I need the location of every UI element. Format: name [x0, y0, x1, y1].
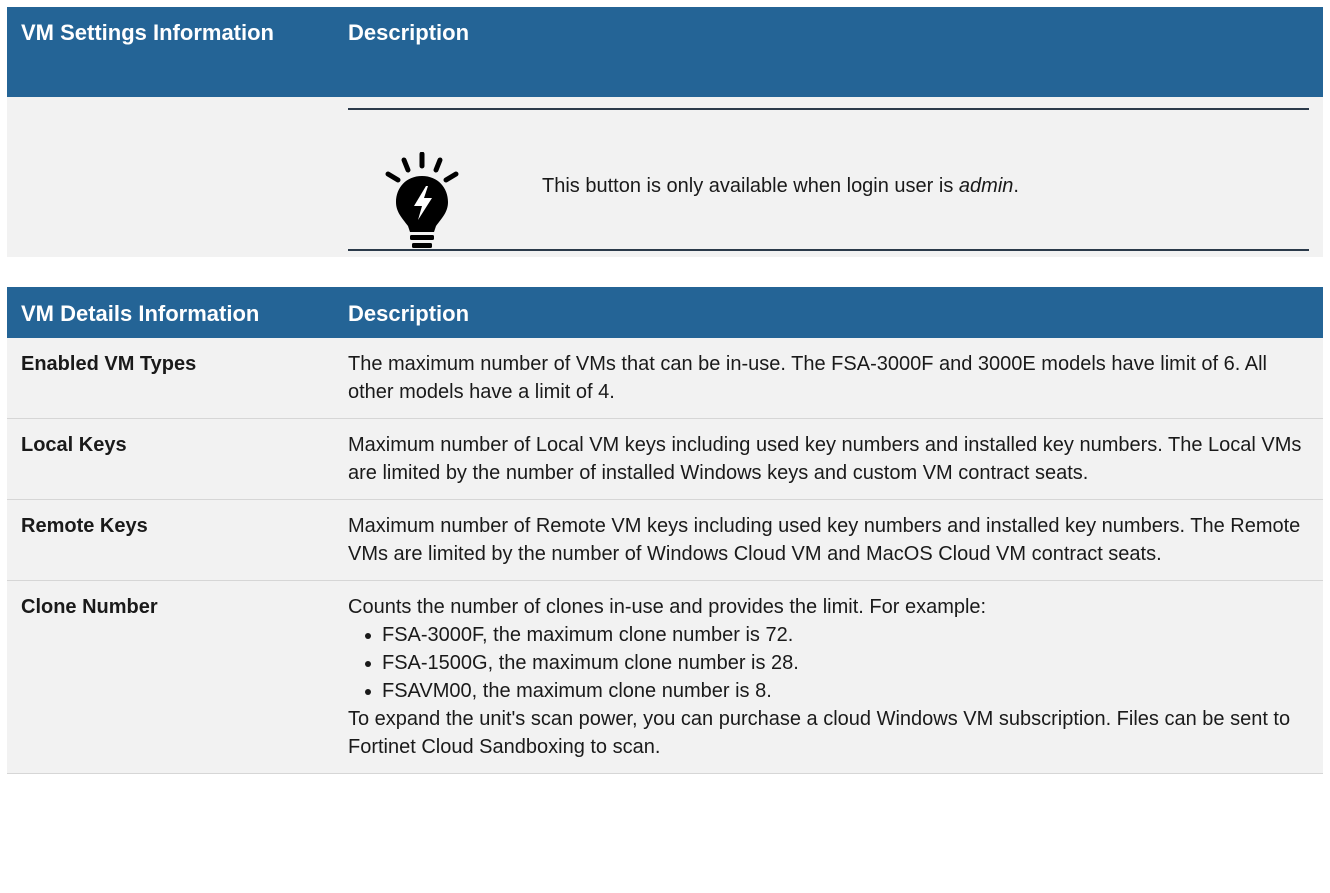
document-page: VM Settings Information Description This… [0, 0, 1330, 893]
table-row: Local Keys Maximum number of Local VM ke… [7, 419, 1323, 500]
column-header-description: Description [348, 301, 470, 326]
tip-note: This button is only available when login… [348, 108, 1309, 251]
list-item: FSA-3000F, the maximum clone number is 7… [362, 621, 1309, 649]
vm-settings-table: VM Settings Information Description This… [7, 7, 1323, 257]
description-cell: This button is only available when login… [332, 97, 1323, 257]
row-label: Local Keys [21, 434, 127, 456]
list-item: FSAVM00, the maximum clone number is 8. [362, 677, 1309, 705]
list-item: FSA-1500G, the maximum clone number is 2… [362, 649, 1309, 677]
tip-note-text: This button is only available when login… [542, 175, 1019, 197]
emphasis-admin: admin [958, 175, 1014, 197]
bullet-list: FSA-3000F, the maximum clone number is 7… [348, 621, 1309, 705]
row-description: Counts the number of clones in-use and p… [332, 581, 1323, 773]
row-description: Maximum number of Local VM keys includin… [348, 434, 1302, 484]
row-label: Remote Keys [21, 515, 148, 537]
row-label: Enabled VM Types [21, 353, 197, 375]
vm-settings-table-header: VM Settings Information Description [7, 7, 1323, 97]
column-header-description: Description [348, 20, 470, 45]
column-header-settings: VM Settings Information [21, 20, 274, 45]
lightbulb-icon [385, 152, 459, 248]
table-row: This button is only available when login… [7, 97, 1323, 257]
row-description: The maximum number of VMs that can be in… [348, 353, 1267, 403]
vm-details-table: VM Details Information Description Enabl… [7, 287, 1323, 774]
vm-details-table-header: VM Details Information Description [7, 287, 1323, 338]
table-row: Remote Keys Maximum number of Remote VM … [7, 500, 1323, 581]
row-description: Maximum number of Remote VM keys includi… [348, 515, 1301, 565]
table-row: Enabled VM Types The maximum number of V… [7, 338, 1323, 419]
row-label: Clone Number [21, 596, 158, 618]
column-header-details: VM Details Information [21, 301, 260, 326]
empty-cell [7, 97, 332, 257]
table-row: Clone Number Counts the number of clones… [7, 581, 1323, 774]
